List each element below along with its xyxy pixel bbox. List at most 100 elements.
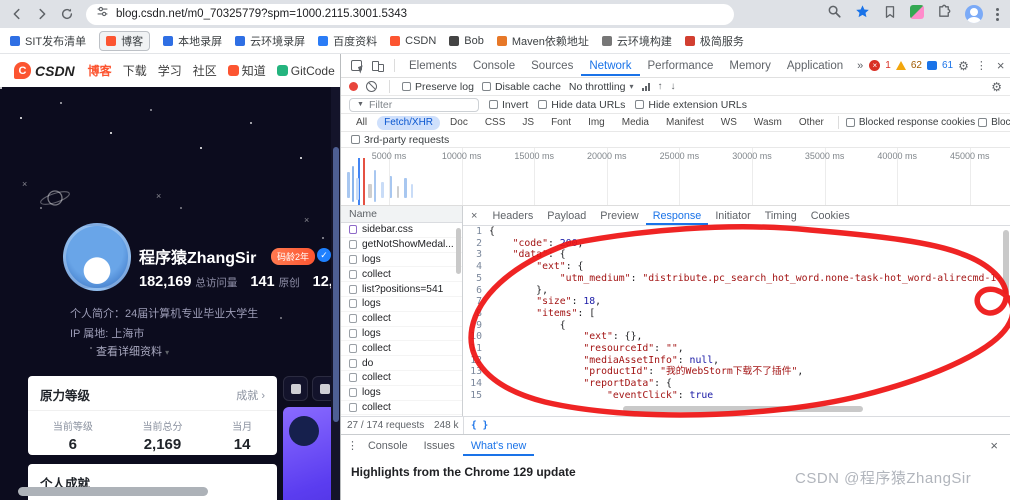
disable-cache-checkbox[interactable]: Disable cache <box>482 81 561 93</box>
site-settings-icon[interactable] <box>96 5 109 23</box>
third-party-checkbox[interactable]: 3rd-party requests <box>351 134 449 146</box>
issues-icon[interactable] <box>927 61 937 70</box>
response-tab-preview[interactable]: Preview <box>593 207 645 225</box>
devtools-close-icon[interactable]: × <box>994 58 1008 73</box>
network-settings-icon[interactable]: ⚙ <box>991 80 1002 94</box>
filter-chip-img[interactable]: Img <box>581 116 612 130</box>
reading-list-icon[interactable] <box>883 5 897 24</box>
bookmark-item-maven[interactable]: Maven依赖地址 <box>497 33 589 49</box>
devtools-tab-sources[interactable]: Sources <box>523 56 581 76</box>
response-horizontal-scrollbar[interactable] <box>623 406 863 412</box>
devtools-menu-icon[interactable]: ⋮ <box>974 59 989 72</box>
network-conditions-icon[interactable] <box>642 83 650 91</box>
request-row[interactable]: logs <box>341 253 462 268</box>
device-toolbar-icon[interactable] <box>372 60 384 72</box>
filter-chip-media[interactable]: Media <box>615 116 656 130</box>
filter-chip-all[interactable]: All <box>349 116 374 130</box>
profile-name[interactable]: 程序猿ZhangSir <box>139 244 256 268</box>
filter-chip-js[interactable]: JS <box>515 116 541 130</box>
bookmark-item-[interactable]: 博客 <box>99 31 150 51</box>
bookmark-item-csdn[interactable]: CSDN <box>390 35 436 47</box>
nav-item-[interactable]: 博客 <box>88 62 112 79</box>
devtools-settings-icon[interactable]: ⚙ <box>958 59 969 73</box>
devtools-tab-console[interactable]: Console <box>465 56 523 76</box>
record-icon[interactable] <box>349 82 358 91</box>
bookmark-item-[interactable]: 极简服务 <box>685 33 744 49</box>
bookmark-item-bob[interactable]: Bob <box>449 35 484 47</box>
filter-chip-doc[interactable]: Doc <box>443 116 475 130</box>
nav-item-[interactable]: 学习 <box>158 62 182 79</box>
devtools-tab-elements[interactable]: Elements <box>401 56 465 76</box>
devtools-tab-network[interactable]: Network <box>581 56 639 76</box>
drawer-tab-console[interactable]: Console <box>360 436 416 456</box>
response-tab-response[interactable]: Response <box>646 207 709 225</box>
request-row[interactable]: do <box>341 356 462 371</box>
warning-count[interactable]: 62 <box>911 60 922 71</box>
error-icon[interactable]: × <box>869 60 880 71</box>
devtools-tab-performance[interactable]: Performance <box>640 56 722 76</box>
throttling-select[interactable]: No throttling▾ <box>569 81 634 93</box>
bookmark-item-[interactable]: 云环境录屏 <box>235 33 305 49</box>
bookmark-star-icon[interactable] <box>855 4 870 24</box>
response-tab-timing[interactable]: Timing <box>758 207 804 225</box>
browser-menu-icon[interactable] <box>996 8 999 21</box>
filter-chip-font[interactable]: Font <box>544 116 578 130</box>
response-tab-initiator[interactable]: Initiator <box>708 207 757 225</box>
preserve-log-checkbox[interactable]: Preserve log <box>402 81 474 93</box>
close-detail-icon[interactable]: × <box>463 210 485 222</box>
response-vertical-scrollbar[interactable] <box>1003 230 1009 294</box>
profile-avatar[interactable] <box>965 5 983 23</box>
filter-chip-wasm[interactable]: Wasm <box>747 116 789 130</box>
view-detail-link[interactable]: 查看详细资料 ▾ <box>96 343 169 359</box>
page-vertical-scrollbar[interactable] <box>331 87 340 500</box>
request-row[interactable]: collect <box>341 267 462 282</box>
hide-extension-urls-checkbox[interactable]: Hide extension URLs <box>635 99 747 111</box>
lens-search-icon[interactable] <box>827 4 842 24</box>
drawer-tab-issues[interactable]: Issues <box>416 436 463 456</box>
extensions-puzzle-icon[interactable] <box>937 4 952 24</box>
refresh-icon[interactable] <box>56 3 78 25</box>
widget-tile[interactable] <box>283 376 308 401</box>
export-har-icon[interactable]: ↓ <box>671 81 676 92</box>
request-row[interactable]: logs <box>341 297 462 312</box>
bookmark-item-[interactable]: 云环境构建 <box>602 33 672 49</box>
filter-chip-ws[interactable]: WS <box>714 116 744 130</box>
bookmark-item-[interactable]: 百度资料 <box>318 33 377 49</box>
invert-checkbox[interactable]: Invert <box>489 99 528 111</box>
inspect-element-icon[interactable] <box>351 60 362 71</box>
address-bar[interactable]: blog.csdn.net/m0_70325779?spm=1000.2115.… <box>86 4 734 25</box>
response-tab-cookies[interactable]: Cookies <box>804 207 857 225</box>
url-text[interactable]: blog.csdn.net/m0_70325779?spm=1000.2115.… <box>116 8 407 20</box>
request-list-scrollbar[interactable] <box>456 228 461 274</box>
nav-item-[interactable]: 知道 <box>228 62 266 79</box>
drawer-tab-what-s-new[interactable]: What's new <box>463 436 534 456</box>
blocked-requests-checkbox[interactable]: Blocked requests <box>978 117 1010 128</box>
response-tab-headers[interactable]: Headers <box>485 207 540 225</box>
issues-count[interactable]: 61 <box>942 60 953 71</box>
nav-item-[interactable]: 社区 <box>193 62 217 79</box>
devtools-tab-application[interactable]: Application <box>779 56 851 76</box>
blocked-cookies-checkbox[interactable]: Blocked response cookies <box>846 117 975 128</box>
page-horizontal-scrollbar[interactable] <box>18 487 208 496</box>
filter-input[interactable]: ▼ Filter <box>349 98 479 112</box>
request-row[interactable]: list?positions=541 <box>341 282 462 297</box>
drawer-close-icon[interactable]: × <box>982 438 1006 453</box>
error-count[interactable]: 1 <box>885 60 891 71</box>
response-code-view[interactable]: 1{2 "code": 200,3 "data": {4 "ext": {5 "… <box>463 226 1002 402</box>
request-row[interactable]: getNotShowMedal... <box>341 238 462 253</box>
clear-icon[interactable] <box>366 81 377 92</box>
filter-chip-other[interactable]: Other <box>792 116 831 130</box>
filter-chip-fetch-xhr[interactable]: Fetch/XHR <box>377 116 440 130</box>
request-list-header[interactable]: Name <box>341 206 462 223</box>
achievement-link[interactable]: 成就 › <box>236 387 265 403</box>
filter-chip-manifest[interactable]: Manifest <box>659 116 711 130</box>
bookmark-item-[interactable]: 本地录屏 <box>163 33 222 49</box>
request-row[interactable]: collect <box>341 341 462 356</box>
warning-icon[interactable] <box>896 61 906 70</box>
request-row[interactable]: collect <box>341 312 462 327</box>
devtools-tab-memory[interactable]: Memory <box>721 56 779 76</box>
request-row[interactable]: logs <box>341 327 462 342</box>
request-row[interactable]: collect <box>341 401 462 416</box>
request-row[interactable]: logs <box>341 386 462 401</box>
nav-item-gitcode[interactable]: GitCode <box>277 64 335 78</box>
